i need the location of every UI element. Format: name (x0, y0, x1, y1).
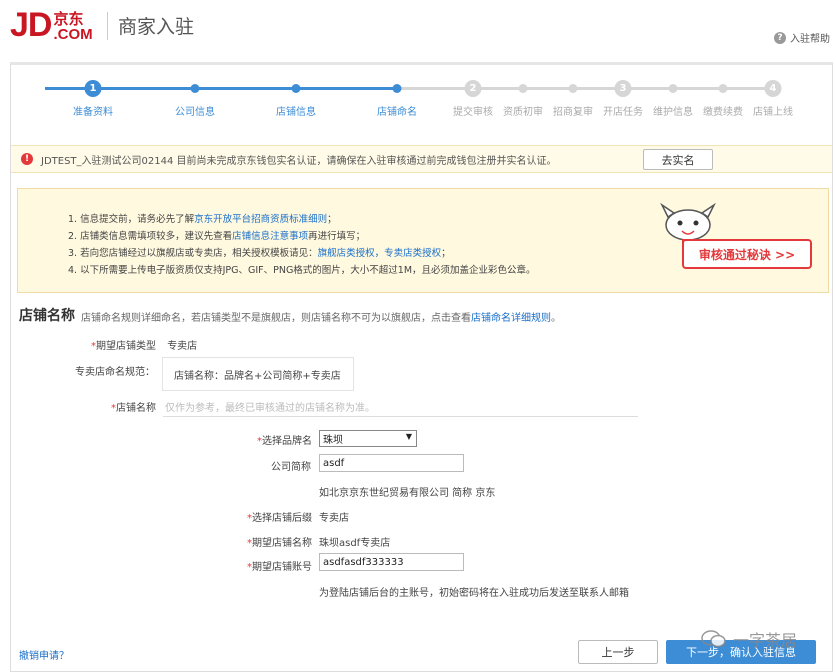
notice-item: 1. 信息提交前，请务必先了解京东开放平台招商资质标准细则； (68, 214, 337, 225)
notice-link[interactable]: 店铺信息注意事项 (232, 231, 308, 242)
brand-select[interactable]: 珠坝 ▼ (319, 430, 417, 447)
section-description: 店铺命名规则详细命名，若店铺类型不是旗舰店，则店铺名称不可为以旗舰店，点击查看店… (81, 313, 561, 324)
step-label: 维护信息 (653, 107, 693, 118)
expected-name-label: *期望店铺名称 (247, 538, 312, 549)
step-marker (518, 84, 528, 93)
cancel-application-link[interactable]: 撤销申请？ (19, 647, 69, 662)
brand-label: *选择品牌名 (257, 436, 312, 447)
step-label: 资质初审 (503, 107, 543, 118)
jd-logo[interactable]: JD 京东 .COM (10, 8, 93, 42)
account-hint: 为登陆店铺后台的主账号，初始密码将在入驻成功后发送至联系人邮箱 (319, 588, 629, 599)
notice-item: 4. 以下所需要上传电子版资质仅支持JPG、GIF、PNG格式的图片，大小不超过… (68, 265, 536, 276)
step-marker (291, 84, 301, 93)
expected-type-row: *期望店铺类型 专卖店 (91, 341, 198, 352)
expected-type-value: 专卖店 (167, 341, 198, 352)
step-label: 店铺上线 (753, 107, 793, 118)
notice-link[interactable]: 京东开放平台招商资质标准细则 (194, 214, 327, 225)
step-label: 招商复审 (553, 107, 593, 118)
step-marker: 1 (84, 80, 102, 97)
progress-steps: 1 准备资料 公司信息 店铺信息 店铺命名 2 提交审核 资质初审 招商复审 3 开店任务 维护信息缴… (11, 65, 832, 140)
step-label: 缴费续费 (703, 107, 743, 118)
verify-name-button[interactable]: 去实名 (643, 149, 713, 170)
expected-name-value: 珠坝asdf专卖店 (319, 538, 391, 549)
notice-item: 3. 若向您店铺经过以旗舰店或专卖店，相关授权模板请见：旗舰店类授权，专卖店类授… (68, 248, 451, 259)
warning-text: JDTEST_入驻测试公司02144 目前尚未完成京东钱包实名认证，请确保在入驻… (41, 155, 557, 167)
store-keyword-input[interactable]: 仅作为参考，最终已审核通过的店铺名称为准。 (163, 397, 638, 417)
expected-account-label: *期望店铺账号 (247, 562, 312, 573)
wallet-warning-bar: ! JDTEST_入驻测试公司02144 目前尚未完成京东钱包实名认证，请确保在… (11, 145, 832, 173)
help-circle-icon: ? (774, 31, 786, 44)
naming-rule-box: 店铺名称：品牌名+公司简称+专卖店 (162, 357, 354, 391)
section-title: 店铺名称 (19, 308, 75, 324)
logo-cn-text: 京东 (53, 10, 84, 28)
watermark: 一字茶居 (701, 627, 797, 651)
help-link[interactable]: ? 入驻帮助 (774, 30, 830, 45)
step-label: 提交审核 (453, 107, 493, 118)
company-short-input[interactable]: asdf (319, 454, 464, 472)
page-header: JD 京东 .COM 商家入驻 ? 入驻帮助 (0, 0, 836, 52)
company-short-hint: 如北京京东世纪贸易有限公司 简称 京东 (319, 488, 496, 499)
step-label: 店铺信息 (276, 107, 316, 118)
review-tips-button[interactable]: 审核通过秘诀 >> (682, 239, 812, 269)
notice-link[interactable]: 旗舰店类授权，专卖店类授权 (318, 248, 442, 259)
step-marker (190, 84, 200, 93)
step-label: 店铺命名 (377, 107, 417, 118)
wechat-icon (701, 630, 726, 648)
keyword-label: *店铺名称 (111, 403, 156, 414)
step-label: 公司信息 (175, 107, 215, 118)
step-marker (718, 84, 728, 93)
page-title: 商家入驻 (118, 16, 195, 38)
main-panel: 1 准备资料 公司信息 店铺信息 店铺命名 2 提交审核 资质初审 招商复审 3 开店任务 维护信息缴… (10, 62, 833, 672)
notice-box: 1. 信息提交前，请务必先了解京东开放平台招商资质标准细则； 2. 店铺类信息需… (17, 188, 829, 293)
alert-icon: ! (21, 153, 33, 165)
prev-step-button[interactable]: 上一步 (578, 640, 658, 664)
naming-rules-link[interactable]: 店铺命名详细规则 (471, 313, 551, 324)
suffix-label: *选择店铺后缀 (247, 513, 312, 524)
help-label: 入驻帮助 (790, 34, 830, 45)
step-marker (568, 84, 578, 93)
logo-com-text: .COM (53, 26, 93, 43)
step-label: 准备资料 (73, 107, 113, 118)
company-short-label: 公司简称 (271, 462, 311, 473)
logo-jd-text: JD (10, 6, 52, 44)
step-marker: 3 (614, 80, 632, 97)
step-marker (668, 84, 678, 93)
suffix-value: 专卖店 (319, 513, 349, 524)
step-marker: 2 (464, 80, 482, 97)
step-marker: 4 (764, 80, 782, 97)
header-divider (107, 12, 108, 40)
notice-list: 1. 信息提交前，请务必先了解京东开放平台招商资质标准细则； 2. 店铺类信息需… (68, 211, 536, 279)
naming-rule-label: 专卖店命名规范： (75, 367, 155, 378)
store-account-input[interactable]: asdfasdf333333 (319, 553, 464, 571)
notice-item: 2. 店铺类信息需填项较多，建议先查看店铺信息注意事项再进行填写； (68, 231, 366, 242)
step-marker (392, 84, 402, 93)
step-label: 开店任务 (603, 107, 643, 118)
chevron-down-icon: ▼ (405, 432, 412, 441)
